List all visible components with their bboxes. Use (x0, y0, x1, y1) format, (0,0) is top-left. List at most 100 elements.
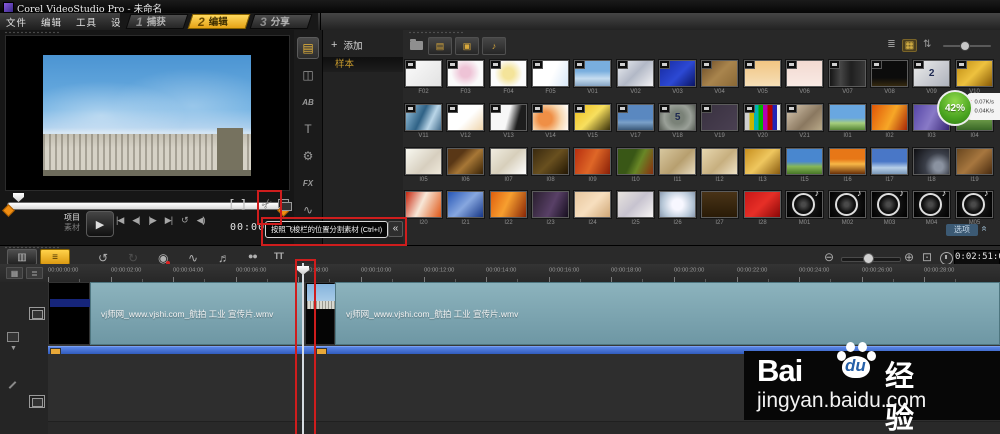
memory-usage-ball[interactable]: 42% (937, 90, 973, 126)
mode-clip-label[interactable]: 素材 (46, 223, 80, 233)
library-thumb-I07[interactable] (490, 148, 527, 175)
menu-tools[interactable]: 工具 (76, 15, 97, 29)
library-thumb-I06[interactable] (447, 148, 484, 175)
library-thumb-V21[interactable] (786, 104, 823, 131)
library-thumb-M03[interactable] (871, 191, 908, 218)
library-thumb-V03[interactable] (659, 60, 696, 87)
library-thumb-I15[interactable] (786, 148, 823, 175)
sound-mixer-button[interactable]: ∿ (188, 251, 198, 265)
next-frame-button[interactable]: |▶ (149, 215, 156, 226)
thumbnail-size-handle[interactable] (960, 41, 970, 51)
library-thumb-I09[interactable] (574, 148, 611, 175)
library-thumb-I20[interactable] (405, 191, 442, 218)
library-thumb-I13[interactable] (744, 148, 781, 175)
library-thumb-I23[interactable] (532, 191, 569, 218)
library-thumb-I28[interactable] (744, 191, 781, 218)
library-thumb-V17[interactable] (617, 104, 654, 131)
title-track[interactable] (48, 422, 1000, 434)
zoom-out-icon[interactable]: ⊖ (824, 250, 834, 264)
fit-project-icon[interactable]: ⊡ (922, 250, 932, 264)
library-thumb-M04[interactable] (913, 191, 950, 218)
library-thumb-F04[interactable] (490, 60, 527, 87)
collapse-panel-button[interactable]: « (388, 221, 403, 237)
media-filter-video[interactable]: ▤ (428, 37, 452, 55)
title-template-icon[interactable]: AB (297, 91, 319, 113)
library-thumb-V09[interactable]: 2 (913, 60, 950, 87)
library-thumb-V13[interactable] (490, 104, 527, 131)
split-clip-scissors-icon[interactable]: ✂ (258, 194, 277, 213)
library-thumb-I17[interactable] (871, 148, 908, 175)
mark-out-button[interactable]: ] (242, 198, 246, 210)
subtitle-button[interactable]: TT (274, 251, 283, 261)
path-icon[interactable]: ∿ (297, 199, 319, 221)
library-thumb-I16[interactable] (829, 148, 866, 175)
video-track-icon[interactable] (29, 307, 45, 320)
menu-edit[interactable]: 编辑 (41, 15, 62, 29)
library-thumb-V12[interactable] (447, 104, 484, 131)
library-thumb-I25[interactable] (617, 191, 654, 218)
step-tab-1[interactable]: 1捕获 (126, 13, 188, 30)
library-thumb-F03[interactable] (447, 60, 484, 87)
instant-project-button[interactable]: ◉ (158, 251, 168, 265)
media-library-icon[interactable]: ▤ (297, 37, 319, 59)
media-filter-audio[interactable]: ♪ (482, 37, 506, 55)
play-button[interactable]: ▶ (86, 211, 114, 237)
library-thumb-V18[interactable]: 5 (659, 104, 696, 131)
pencil-rail-icon[interactable] (9, 381, 17, 389)
repeat-button[interactable]: ↺ (181, 215, 188, 226)
library-thumb-V15[interactable] (574, 104, 611, 131)
grid-view-button[interactable]: ▦ (902, 39, 917, 52)
graphic-icon[interactable]: ⚙ (297, 145, 319, 167)
track-manager-button[interactable]: ●● (248, 251, 257, 261)
auto-music-button[interactable]: ♬ (218, 251, 230, 265)
filter-icon[interactable]: FX (297, 172, 319, 194)
menu-file[interactable]: 文件 (6, 15, 27, 29)
undo-button[interactable]: ↺ (98, 251, 108, 265)
library-thumb-V10[interactable] (956, 60, 993, 87)
library-thumb-I22[interactable] (490, 191, 527, 218)
library-thumb-V11[interactable] (405, 104, 442, 131)
library-thumb-M01[interactable] (786, 191, 823, 218)
redo-button[interactable]: ↻ (128, 251, 138, 265)
library-thumb-I19[interactable] (956, 148, 993, 175)
library-thumb-I08[interactable] (532, 148, 569, 175)
library-thumb-I01[interactable] (829, 104, 866, 131)
library-thumb-I27[interactable] (701, 191, 738, 218)
library-thumb-V01[interactable] (574, 60, 611, 87)
library-thumb-V04[interactable] (701, 60, 738, 87)
library-thumb-V14[interactable] (532, 104, 569, 131)
prev-frame-button[interactable]: ◀| (132, 215, 139, 226)
chevron-up-icon[interactable]: « (978, 226, 989, 232)
timeline-ruler[interactable]: ▦ ≣ 00:00:00:0000:00:02:0000:00:04:0000:… (0, 264, 1000, 283)
library-thumb-V07[interactable] (829, 60, 866, 87)
library-thumb-I02[interactable] (871, 104, 908, 131)
library-thumb-I10[interactable] (617, 148, 654, 175)
gallery-item-sample[interactable]: 样本 (323, 57, 403, 72)
enlarge-preview-icon[interactable] (278, 199, 289, 208)
go-start-button[interactable]: |◀ (116, 215, 123, 226)
timeline-clip-1[interactable]: vj师网_www.vjshi.com_航拍 工业 宣传片.wmv (48, 282, 303, 345)
library-thumb-I11[interactable] (659, 148, 696, 175)
options-button[interactable]: 选项 (946, 224, 978, 236)
library-thumb-V20[interactable] (744, 104, 781, 131)
library-thumb-I05[interactable] (405, 148, 442, 175)
library-thumb-I12[interactable] (701, 148, 738, 175)
media-filter-photo[interactable]: ▣ (455, 37, 479, 55)
library-thumb-I21[interactable] (447, 191, 484, 218)
folder-icon[interactable] (410, 41, 423, 50)
overlay-track-icon[interactable] (29, 395, 45, 408)
library-thumb-I18[interactable] (913, 148, 950, 175)
step-tab-3[interactable]: 3分享 (250, 13, 312, 30)
library-thumb-M05[interactable] (956, 191, 993, 218)
mode-project-label[interactable]: 项目 (46, 213, 80, 223)
mark-in-button[interactable]: [ (230, 198, 234, 210)
transition-icon[interactable]: ◫ (297, 64, 319, 86)
library-thumb-F02[interactable] (405, 60, 442, 87)
list-view-button[interactable]: ≣ (884, 39, 899, 52)
timeline-playhead-line[interactable] (302, 263, 304, 434)
zoom-in-icon[interactable]: ⊕ (904, 250, 914, 264)
sort-button[interactable]: ⇅ (923, 39, 931, 50)
scene-rail-icon[interactable] (7, 332, 19, 342)
library-thumb-V06[interactable] (786, 60, 823, 87)
scrubber-playhead[interactable] (13, 193, 24, 202)
